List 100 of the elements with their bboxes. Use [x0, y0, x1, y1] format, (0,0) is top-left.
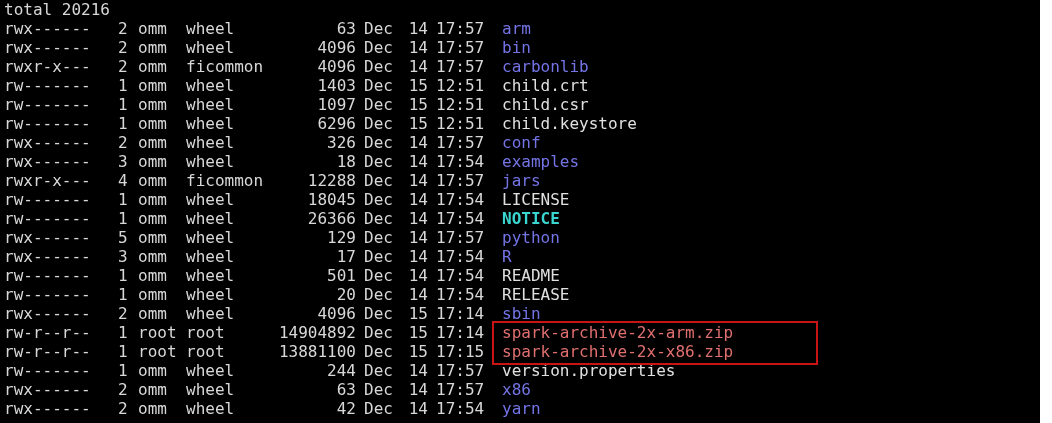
permissions: rwx------ — [4, 228, 92, 247]
time: 17:54 — [435, 266, 486, 285]
group: root — [186, 323, 271, 342]
day: 14 — [404, 285, 428, 304]
day: 14 — [404, 19, 428, 38]
time: 17:57 — [435, 171, 486, 190]
day: 14 — [404, 133, 428, 152]
month: Dec — [363, 19, 394, 38]
group: wheel — [186, 190, 271, 209]
file-size: 63 — [335, 380, 356, 399]
permissions: rwx------ — [4, 399, 92, 418]
group: wheel — [186, 76, 271, 95]
link-count: 2 — [118, 57, 129, 76]
time: 17:54 — [435, 247, 486, 266]
day: 14 — [404, 361, 428, 380]
permissions: rwx------ — [4, 247, 92, 266]
file-name: child.csr — [501, 95, 589, 114]
file-size: 26366 — [306, 209, 356, 228]
group: wheel — [186, 19, 271, 38]
file-size: 42 — [335, 399, 356, 418]
file-size: 18045 — [306, 190, 356, 209]
day: 15 — [404, 114, 428, 133]
file-name: examples — [501, 152, 580, 171]
owner: omm — [138, 285, 168, 304]
group: wheel — [186, 114, 271, 133]
owner: omm — [138, 171, 168, 190]
owner: root — [138, 323, 178, 342]
month: Dec — [363, 57, 394, 76]
time: 17:54 — [435, 209, 486, 228]
owner: omm — [138, 247, 168, 266]
time: 17:54 — [435, 190, 486, 209]
day: 14 — [404, 399, 428, 418]
file-name: spark-archive-2x-arm.zip — [501, 323, 734, 342]
day: 15 — [404, 323, 428, 342]
file-size: 4096 — [316, 38, 356, 57]
permissions: rw------- — [4, 114, 92, 133]
file-size: 13881100 — [277, 342, 356, 361]
time: 12:51 — [435, 114, 486, 133]
link-count: 3 — [118, 247, 129, 266]
permissions: rwx------ — [4, 304, 92, 323]
group: root — [186, 342, 271, 361]
owner: omm — [138, 190, 168, 209]
link-count: 2 — [118, 304, 129, 323]
file-name: arm — [501, 19, 531, 38]
group: wheel — [186, 247, 271, 266]
permissions: rw------- — [4, 190, 92, 209]
time: 17:57 — [435, 57, 486, 76]
group: wheel — [186, 266, 271, 285]
file-size: 12288 — [306, 171, 356, 190]
permissions: rwxr-x--- — [4, 171, 92, 190]
month: Dec — [363, 304, 394, 323]
permissions: rwx------ — [4, 19, 92, 38]
file-name: R — [501, 247, 512, 266]
file-name: conf — [501, 133, 541, 152]
day: 15 — [404, 76, 428, 95]
day: 14 — [404, 380, 428, 399]
month: Dec — [363, 209, 394, 228]
file-size: 4096 — [316, 57, 356, 76]
file-name: sbin — [501, 304, 541, 323]
permissions: rwxr-x--- — [4, 57, 92, 76]
file-size: 1097 — [316, 95, 356, 114]
month: Dec — [363, 323, 394, 342]
file-name: spark-archive-2x-x86.zip — [501, 342, 734, 361]
file-size: 18 — [335, 152, 356, 171]
month: Dec — [363, 399, 394, 418]
time: 17:57 — [435, 228, 486, 247]
group: wheel — [186, 399, 271, 418]
group: ficommon — [186, 171, 271, 190]
day: 14 — [404, 247, 428, 266]
file-size: 129 — [326, 228, 356, 247]
file-name: version.properties — [501, 361, 676, 380]
time: 17:54 — [435, 285, 486, 304]
link-count: 1 — [118, 76, 129, 95]
link-count: 1 — [118, 266, 129, 285]
file-name: yarn — [501, 399, 541, 418]
link-count: 2 — [118, 38, 129, 57]
permissions: rwx------ — [4, 133, 92, 152]
file-size: 14904892 — [277, 323, 356, 342]
month: Dec — [363, 228, 394, 247]
group: ficommon — [186, 57, 271, 76]
owner: omm — [138, 57, 168, 76]
file-size: 17 — [335, 247, 356, 266]
time: 17:57 — [435, 361, 486, 380]
group: wheel — [186, 285, 271, 304]
day: 14 — [404, 171, 428, 190]
file-size: 20 — [335, 285, 356, 304]
group: wheel — [186, 380, 271, 399]
month: Dec — [363, 266, 394, 285]
link-count: 2 — [118, 399, 129, 418]
permissions: rw------- — [4, 285, 92, 304]
file-size: 501 — [326, 266, 356, 285]
link-count: 2 — [118, 19, 129, 38]
file-name: README — [501, 266, 560, 285]
permissions: rw-r--r-- — [4, 342, 92, 361]
file-name: jars — [501, 171, 541, 190]
owner: omm — [138, 133, 168, 152]
owner: root — [138, 342, 178, 361]
link-count: 1 — [118, 323, 129, 342]
link-count: 1 — [118, 209, 129, 228]
group: wheel — [186, 95, 271, 114]
